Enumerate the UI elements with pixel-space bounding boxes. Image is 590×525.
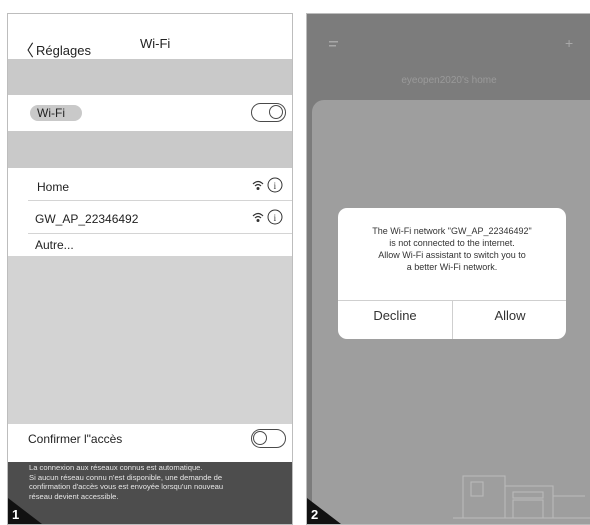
footer-text: La connexion aux réseaux connus est auto… [29,463,279,501]
back-button[interactable]: 〈 Réglages [18,36,91,60]
wifi-label: Wi-Fi [37,106,65,120]
allow-button[interactable]: Allow [453,308,567,323]
toggle-knob [269,105,283,119]
wifi-toggle[interactable] [251,103,286,122]
confirm-access-toggle[interactable] [251,429,286,448]
wifi-signal-icon [252,212,264,223]
wifi-signal-icon [252,180,264,191]
info-icon: i [267,209,283,225]
back-label: Réglages [36,43,91,58]
wifi-assist-alert: The Wi-Fi network "GW_AP_22346492" is no… [338,208,566,339]
alert-message: The Wi-Fi network "GW_AP_22346492" is no… [338,225,566,273]
svg-text:i: i [274,181,277,191]
section-spacer [8,131,292,168]
wifi-settings-panel: 〈 Réglages Wi-Fi Wi-Fi Home i GW_AP_22346… [7,13,293,525]
network-name: Autre... [35,238,74,252]
footer-line: Si aucun réseau connu n'est disponible, … [29,472,223,482]
network-name: GW_AP_22346492 [35,212,139,226]
alert-line: Allow Wi-Fi assistant to switch you to [378,250,526,260]
confirm-access-label: Confirmer l"accès [28,432,123,446]
menu-icon[interactable] [329,37,339,51]
network-name: Home [37,180,70,194]
step-number: 1 [12,507,20,522]
toggle-knob [253,431,267,445]
network-row-other[interactable]: Autre... [8,234,292,256]
footer-line: confirmation d'accès vous est envoyée lo… [29,482,224,491]
chevron-left-icon: 〈 [18,43,35,60]
network-icons: i [252,177,283,193]
footer-line: réseau devient accessible. [29,491,119,501]
house-illustration-icon [453,475,590,519]
step-number: 2 [311,507,319,522]
footer-line: La connexion aux réseaux connus est auto… [29,463,203,472]
add-icon[interactable]: + [565,35,573,51]
info-icon: i [267,177,283,193]
section-spacer [8,59,292,95]
network-row-gw[interactable]: GW_AP_22346492 i [8,206,292,230]
empty-section [8,256,292,424]
alert-line: is not connected to the internet. [389,238,515,248]
alert-line: The Wi-Fi network "GW_AP_22346492" [372,226,532,236]
svg-text:i: i [274,213,277,223]
home-title: eyeopen2020's home [401,75,497,86]
home-app-panel: + eyeopen2020's home The Wi-Fi network "… [306,13,590,525]
network-icons: i [252,209,283,225]
page-title: Wi-Fi [140,36,171,51]
alert-line: a better Wi-Fi network. [406,262,498,272]
row-divider [28,200,292,201]
decline-button[interactable]: Decline [338,308,452,323]
network-row-home[interactable]: Home i [8,174,292,198]
navigation-bar: 〈 Réglages Wi-Fi [8,14,292,60]
